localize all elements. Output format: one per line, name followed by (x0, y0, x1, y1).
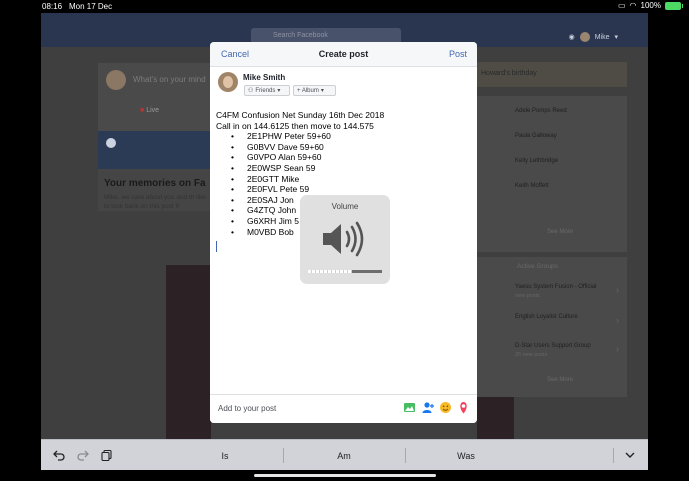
chevron-right-icon[interactable]: › (616, 315, 619, 325)
modal-footer: Add to your post (210, 394, 477, 423)
screen-mirroring-icon: ▭ (617, 1, 626, 10)
modal-header: Create post Cancel Post (210, 42, 477, 67)
list-item: 2E1PHW Peter 59+60 (227, 131, 456, 142)
volume-level-bar (308, 270, 382, 273)
battery-percent: 100% (640, 1, 661, 10)
user-name: Mike (594, 33, 610, 41)
live-label: Live (146, 107, 160, 114)
audience-selector[interactable]: ⚇ Friends ▾ (244, 85, 290, 96)
volume-label: Volume (331, 202, 359, 211)
status-date: Mon 17 Dec (69, 2, 113, 11)
birthday-card[interactable]: Howard's birthday (477, 62, 627, 87)
list-item: 2E0WSP Sean 59 (227, 163, 456, 174)
video-icon: ■ (140, 107, 145, 114)
chevron-down-icon[interactable]: ▾ (614, 33, 618, 41)
group-name[interactable]: D-Star Users Support Group (515, 343, 591, 349)
chevron-down-icon: ▾ (320, 88, 324, 94)
chevron-right-icon[interactable]: › (616, 344, 619, 354)
group-sub: 25 new posts (515, 352, 548, 358)
memories-banner (98, 131, 210, 169)
tag-people-icon[interactable] (421, 401, 434, 414)
active-groups-title: Active Groups (517, 263, 558, 270)
friend-name[interactable]: Paula Galloway (515, 133, 557, 139)
volume-level-fill (308, 270, 353, 273)
post-photo (166, 265, 211, 439)
cancel-button[interactable]: Cancel (221, 49, 249, 59)
friends-card: Adele Pomps Reed Paula Galloway Kelly Le… (477, 96, 627, 252)
suggestion-word[interactable]: Was (406, 451, 526, 461)
ipad-screen: 08:16 Mon 17 Dec ▭ ◠ 100% Search Faceboo… (0, 0, 689, 481)
text-cursor (216, 241, 217, 252)
friend-name[interactable]: Keith Moffett (515, 183, 549, 189)
see-more-link[interactable]: See More (547, 377, 573, 383)
friends-icon: ⚇ (248, 88, 254, 94)
undo-icon[interactable] (53, 449, 65, 461)
list-item: G0BVV Dave 59+60 (227, 142, 456, 153)
friend-name[interactable]: Adele Pomps Reed (515, 108, 567, 114)
memories-title: Your memories on Fa (104, 178, 206, 189)
modal-title: Create post (318, 49, 369, 59)
group-sub: new posts (515, 293, 540, 299)
redo-icon[interactable] (77, 449, 89, 461)
status-time: 08:16 (42, 2, 63, 11)
chevron-down-icon[interactable] (624, 449, 636, 461)
battery-icon (665, 1, 683, 10)
author-name: Mike Smith (243, 73, 286, 82)
suggestion-divider (613, 448, 614, 463)
list-item: 2E0GTT Mike (227, 174, 456, 185)
avatar (218, 72, 238, 92)
list-item: 2E0FVL Pete 59 (227, 184, 456, 195)
status-bar: 08:16 Mon 17 Dec ▭ ◠ 100% (0, 0, 689, 12)
photo-icon[interactable] (403, 401, 416, 414)
post-line: Call in on 144.6125 then move to 144.575 (216, 120, 374, 131)
keyboard-shortcut-bar: Is Am Was (41, 439, 648, 470)
live-button[interactable]: ■ Live (140, 107, 159, 114)
list-item: G0VPO Alan 59+60 (227, 152, 456, 163)
avatar (579, 32, 590, 42)
status-right: ▭ ◠ 100% (617, 1, 683, 10)
album-label: + Album (297, 87, 319, 94)
memories-body: Mike, we care about you and th like to l… (104, 194, 206, 210)
post-line: C4FM Confusion Net Sunday 16th Dec 2018 (216, 110, 385, 120)
suggestion-word[interactable]: Am (284, 451, 404, 461)
volume-hud: Volume (300, 195, 390, 284)
active-groups-card: Active Groups Yaesu System Fusion - Offi… (477, 257, 627, 397)
messenger-icon[interactable]: ◉ (569, 33, 575, 41)
kb-edit-buttons (53, 449, 113, 461)
add-to-post-label: Add to your post (218, 404, 277, 413)
audience-label: Friends (255, 87, 276, 94)
composer-card[interactable]: What's on your mind ■ Live (98, 63, 210, 135)
facebook-user-area[interactable]: ◉ Mike ▾ (569, 32, 618, 42)
composer-placeholder: What's on your mind (133, 75, 206, 84)
see-more-link[interactable]: See More (547, 229, 573, 235)
facebook-logo-icon (106, 138, 116, 148)
birthday-text: Howard's birthday (481, 70, 537, 77)
speaker-icon (323, 221, 364, 257)
wifi-icon: ◠ (629, 1, 637, 10)
group-name[interactable]: English Loyalist Culture (515, 314, 578, 320)
location-pin-icon[interactable] (457, 401, 470, 414)
avatar (106, 70, 126, 90)
chevron-right-icon[interactable]: › (616, 285, 619, 295)
post-button[interactable]: Post (449, 49, 467, 59)
chevron-down-icon: ▾ (277, 88, 281, 94)
paste-icon[interactable] (101, 449, 113, 461)
add-to-post-icons (403, 401, 470, 414)
home-indicator[interactable] (254, 474, 436, 477)
group-name[interactable]: Yaesu System Fusion - Official (515, 284, 596, 290)
suggestion-word[interactable]: Is (165, 451, 285, 461)
friend-name[interactable]: Kelly Lethbridge (515, 158, 558, 164)
feeling-icon[interactable] (439, 401, 452, 414)
album-selector[interactable]: + Album ▾ (293, 85, 336, 96)
